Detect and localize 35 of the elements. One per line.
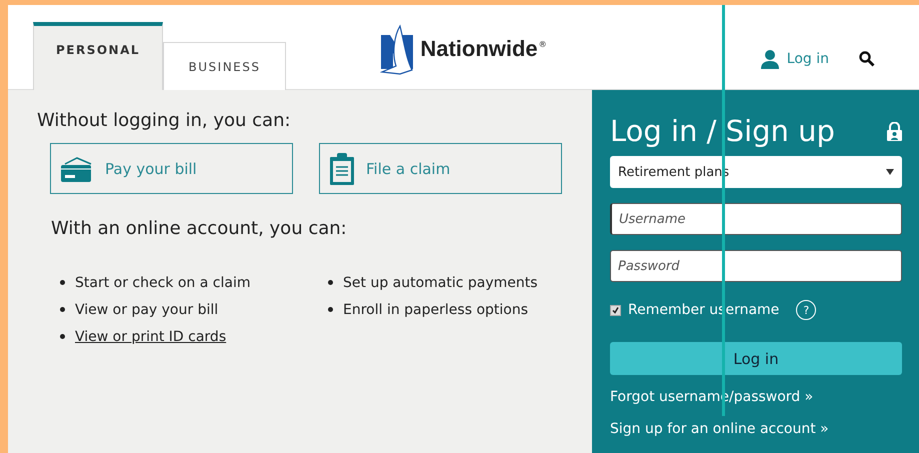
lock-icon	[887, 122, 902, 140]
registered-mark: ®	[538, 40, 547, 48]
account-link[interactable]: Forgot username/password »	[610, 389, 902, 405]
dropdown-caret-icon	[886, 169, 894, 175]
person-icon	[760, 50, 779, 68]
bullet-icon	[60, 334, 65, 339]
tab[interactable]: BUSINESS	[163, 42, 286, 90]
clipboard-icon	[330, 152, 354, 184]
username-field[interactable]: Username	[610, 203, 902, 235]
section-heading: With an online account, you can:	[51, 218, 348, 239]
bullet-icon	[328, 307, 333, 312]
feature-text: Set up automatic payments	[343, 274, 538, 290]
bullet-icon	[328, 280, 333, 285]
help-button[interactable]: ?	[796, 300, 816, 320]
logo-wordmark: Nationwide	[420, 36, 538, 62]
action-button[interactable]: File a claim	[319, 143, 562, 194]
checkbox-label: Remember username	[628, 302, 780, 318]
checkbox[interactable]	[610, 304, 621, 316]
login-link[interactable]: Log in	[760, 50, 829, 68]
feature-link[interactable]: View or print ID cards	[75, 328, 226, 344]
section-heading: Without logging in, you can:	[37, 110, 292, 131]
bullet-icon	[60, 280, 65, 285]
envelope-icon	[61, 156, 93, 182]
feature-text: Start or check on a claim	[75, 274, 250, 290]
action-button[interactable]: Pay your bill	[50, 143, 293, 194]
feature-text: Enroll in paperless options	[343, 302, 528, 318]
search-icon[interactable]	[859, 51, 875, 67]
password-field[interactable]: Password	[610, 250, 902, 282]
account-link[interactable]: Sign up for an online account »	[610, 421, 902, 437]
bullet-icon	[60, 307, 65, 312]
login-button[interactable]: Log in	[610, 342, 902, 375]
tab[interactable]: PERSONAL	[33, 22, 163, 90]
panel-title: Log in / Sign up	[610, 114, 835, 148]
feature-text: View or pay your bill	[75, 302, 218, 318]
eagle-logo-icon	[380, 23, 414, 75]
